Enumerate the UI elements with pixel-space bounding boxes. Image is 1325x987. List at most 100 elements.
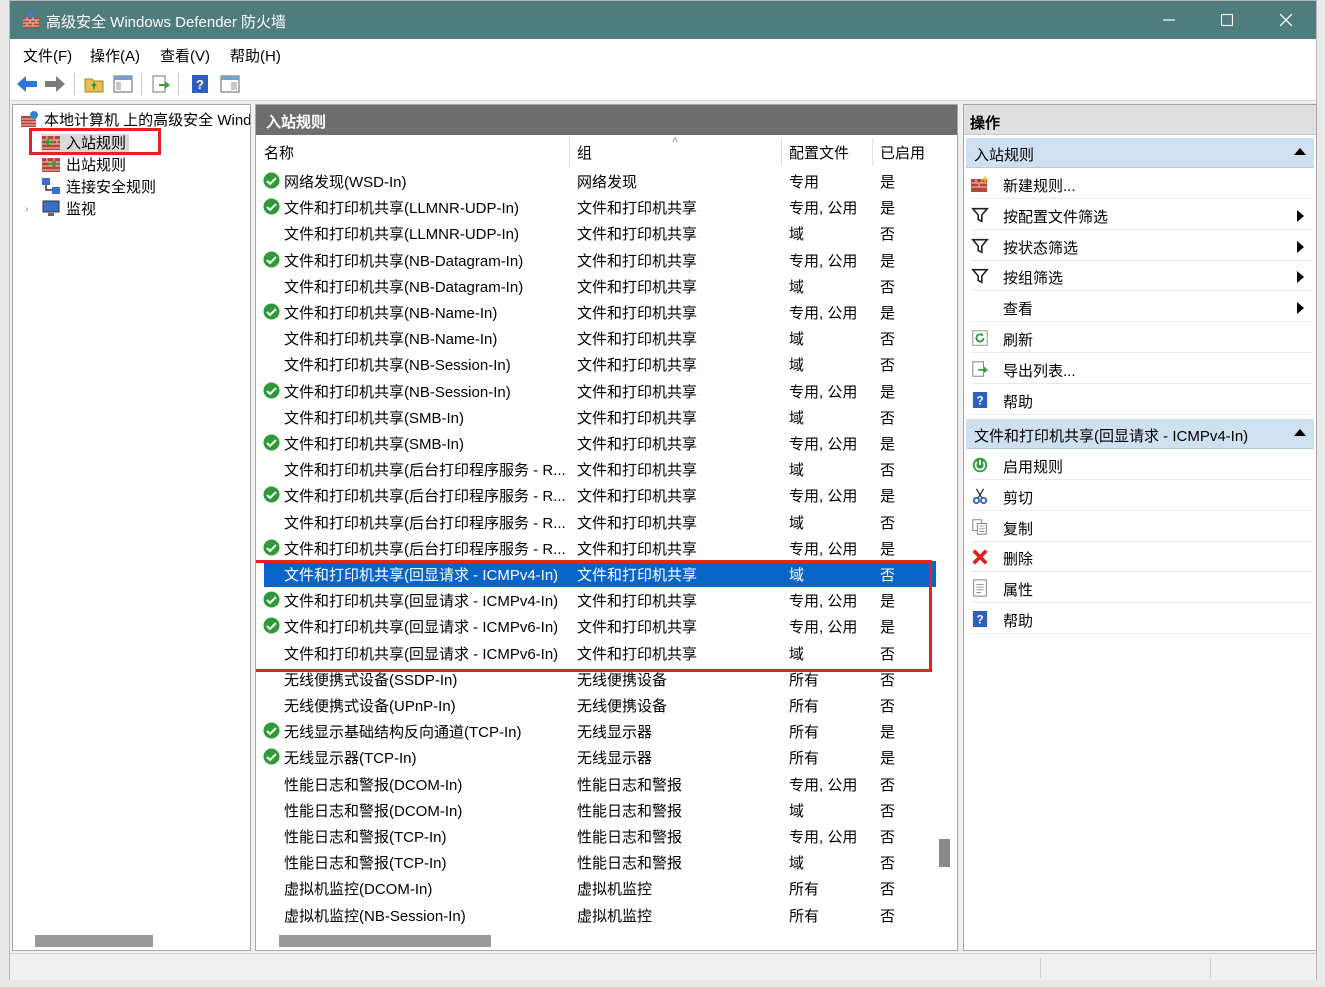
rules-vertical-scrollbar[interactable] (939, 169, 951, 931)
rule-enabled-check-icon (263, 172, 280, 189)
table-row[interactable]: 文件和打印机共享(NB-Name-In) 文件和打印机共享 专用, 公用 是 (256, 299, 936, 325)
status-divider (1210, 958, 1211, 978)
table-row[interactable]: 无线显示基础结构反向通道(TCP-In) 无线显示器 所有 是 (256, 718, 936, 744)
action-item[interactable]: 刷新 (970, 323, 1312, 353)
table-row[interactable]: 文件和打印机共享(NB-Session-In) 文件和打印机共享 域 否 (256, 351, 936, 377)
column-separator[interactable] (569, 138, 570, 166)
table-row[interactable]: 文件和打印机共享(NB-Session-In) 文件和打印机共享 专用, 公用 是 (256, 378, 936, 404)
rule-name-cell: 虚拟机监控(NB-Session-In) (284, 907, 466, 925)
status-bar (10, 953, 1316, 980)
table-row[interactable]: 文件和打印机共享(回显请求 - ICMPv4-In) 文件和打印机共享 专用, 公用… (256, 587, 936, 613)
rule-name-cell: 文件和打印机共享(SMB-In) (284, 409, 465, 427)
table-row[interactable]: 文件和打印机共享(NB-Name-In) 文件和打印机共享 域 否 (256, 325, 936, 351)
tree-root[interactable]: 本地计算机 上的高级安全 Windows Defender 防火墙 (19, 108, 250, 130)
table-row[interactable]: 文件和打印机共享(回显请求 - ICMPv6-In) 文件和打印机共享 域 否 (256, 640, 936, 666)
filter-icon (970, 205, 990, 225)
close-icon (1280, 14, 1292, 26)
back-button[interactable] (15, 72, 39, 96)
action-item[interactable]: 按状态筛选 (970, 231, 1312, 261)
table-row[interactable]: 性能日志和警报(DCOM-In) 性能日志和警报 域 否 (256, 797, 936, 823)
tree-item-outbound-rules[interactable]: 出站规则 (41, 153, 126, 175)
table-row[interactable]: 文件和打印机共享(SMB-In) 文件和打印机共享 域 否 (256, 404, 936, 430)
action-item[interactable]: ? 帮助 (970, 385, 1312, 415)
tree-horizontal-scrollbar[interactable] (35, 935, 153, 947)
column-header-group[interactable]: 组 (577, 142, 592, 164)
action-item[interactable]: 导出列表... (970, 354, 1312, 384)
table-row[interactable]: 无线显示器(TCP-In) 无线显示器 所有 是 (256, 744, 936, 770)
up-folder-button[interactable] (82, 72, 106, 96)
rule-profile-cell: 专用, 公用 (789, 383, 858, 401)
action-item[interactable]: 按配置文件筛选 (970, 200, 1312, 230)
menu-help[interactable]: 帮助(H) (230, 45, 281, 66)
column-header-profile[interactable]: 配置文件 (789, 142, 849, 164)
rule-name-cell: 无线显示基础结构反向通道(TCP-In) (284, 724, 522, 742)
table-row[interactable]: 性能日志和警报(TCP-In) 性能日志和警报 专用, 公用 否 (256, 823, 936, 849)
action-separator (972, 633, 1312, 634)
rule-name-cell: 网络发现(WSD-In) (284, 174, 407, 191)
submenu-arrow-icon (1297, 209, 1304, 222)
minimize-button[interactable] (1140, 1, 1198, 39)
forward-button[interactable] (43, 72, 67, 96)
action-item[interactable]: 剪切 (970, 481, 1312, 511)
svg-text:?: ? (196, 77, 204, 92)
table-row[interactable]: 文件和打印机共享(NB-Datagram-In) 文件和打印机共享 域 否 (256, 273, 936, 299)
table-row[interactable]: 文件和打印机共享(回显请求 - ICMPv6-In) 文件和打印机共享 专用, 公用… (256, 613, 936, 639)
menu-file[interactable]: 文件(F) (23, 45, 72, 66)
table-row[interactable]: 虚拟机监控(DCOM-In) 虚拟机监控 所有 否 (256, 875, 936, 901)
table-row[interactable]: 文件和打印机共享(NB-Datagram-In) 文件和打印机共享 专用, 公用 是 (256, 247, 936, 273)
rule-group-cell: 性能日志和警报 (577, 802, 683, 820)
tree-item-monitor[interactable]: 监视 (41, 197, 96, 219)
table-row[interactable]: 文件和打印机共享(后台打印程序服务 - R... 文件和打印机共享 域 否 (256, 456, 936, 482)
action-item[interactable]: 启用规则 (970, 450, 1312, 480)
rules-vertical-scroll-thumb[interactable] (939, 839, 950, 867)
tree-item-connection-security-rules[interactable]: 连接安全规则 (41, 175, 156, 197)
action-item[interactable]: 复制 (970, 512, 1312, 542)
action-item[interactable]: 删除 (970, 542, 1312, 572)
column-separator[interactable] (872, 138, 873, 166)
properties-pane-button[interactable] (218, 72, 242, 96)
show-hide-tree-icon (113, 75, 133, 93)
action-item[interactable]: 按组筛选 (970, 261, 1312, 291)
close-button[interactable] (1257, 1, 1315, 39)
action-item[interactable]: 查看 (970, 292, 1312, 322)
table-row[interactable]: 文件和打印机共享(LLMNR-UDP-In) 文件和打印机共享 专用, 公用 是 (256, 194, 936, 220)
show-hide-tree-button[interactable] (111, 72, 135, 96)
column-header-name[interactable]: 名称 (264, 142, 294, 164)
expand-monitor-icon[interactable]: › (25, 204, 28, 215)
table-row[interactable]: 网络发现(WSD-In) 网络发现 专用 是 (256, 168, 936, 194)
rule-name-cell: 文件和打印机共享(后台打印程序服务 - R... (284, 488, 566, 506)
maximize-button[interactable] (1198, 1, 1256, 39)
actions-section-inbound[interactable]: 入站规则 (966, 138, 1314, 168)
table-row[interactable]: 文件和打印机共享(后台打印程序服务 - R... 文件和打印机共享 专用, 公用 是 (256, 482, 936, 508)
menu-view[interactable]: 查看(V) (160, 45, 210, 66)
export-button[interactable] (149, 72, 173, 96)
table-row[interactable]: 性能日志和警报(DCOM-In) 性能日志和警报 专用, 公用 否 (256, 771, 936, 797)
rule-group-cell: 文件和打印机共享 (577, 252, 698, 270)
table-row[interactable]: 文件和打印机共享(后台打印程序服务 - R... 文件和打印机共享 专用, 公用 是 (256, 535, 936, 561)
table-row-selected[interactable]: 文件和打印机共享(回显请求 - ICMPv4-In) 文件和打印机共享 域 否 (264, 561, 936, 587)
menu-action[interactable]: 操作(A) (90, 45, 140, 66)
rule-profile-cell: 专用, 公用 (789, 619, 858, 637)
action-separator (972, 413, 1312, 415)
table-row[interactable]: 无线便携式设备(SSDP-In) 无线便携设备 所有 否 (256, 666, 936, 692)
table-row[interactable]: 性能日志和警报(TCP-In) 性能日志和警报 域 否 (256, 849, 936, 875)
table-row[interactable]: 文件和打印机共享(LLMNR-UDP-In) 文件和打印机共享 域 否 (256, 220, 936, 246)
column-header-enabled[interactable]: 已启用 (880, 142, 925, 164)
table-row[interactable]: 无线便携式设备(UPnP-In) 无线便携设备 所有 否 (256, 692, 936, 718)
actions-section-selected-rule[interactable]: 文件和打印机共享(回显请求 - ICMPv4-In) (966, 419, 1314, 449)
action-item[interactable]: 属性 (970, 573, 1312, 603)
rules-horizontal-scrollbar[interactable] (279, 935, 491, 947)
rule-name-cell: 文件和打印机共享(NB-Session-In) (284, 357, 511, 375)
column-separator[interactable] (781, 138, 782, 166)
help-button[interactable]: ? (188, 72, 212, 96)
rule-profile-cell: 域 (789, 331, 805, 349)
action-item[interactable]: ? 帮助 (970, 604, 1312, 634)
rule-name-cell: 性能日志和警报(TCP-In) (284, 855, 447, 873)
table-row[interactable]: 文件和打印机共享(后台打印程序服务 - R... 文件和打印机共享 域 否 (256, 509, 936, 535)
table-row[interactable]: 文件和打印机共享(SMB-In) 文件和打印机共享 专用, 公用 是 (256, 430, 936, 456)
rule-profile-cell: 专用, 公用 (789, 593, 858, 611)
rule-name-cell: 性能日志和警报(DCOM-In) (284, 776, 463, 794)
action-item[interactable]: 新建规则... (970, 169, 1312, 199)
export-icon (970, 359, 990, 379)
table-row[interactable]: 虚拟机监控(NB-Session-In) 虚拟机监控 所有 否 (256, 902, 936, 928)
